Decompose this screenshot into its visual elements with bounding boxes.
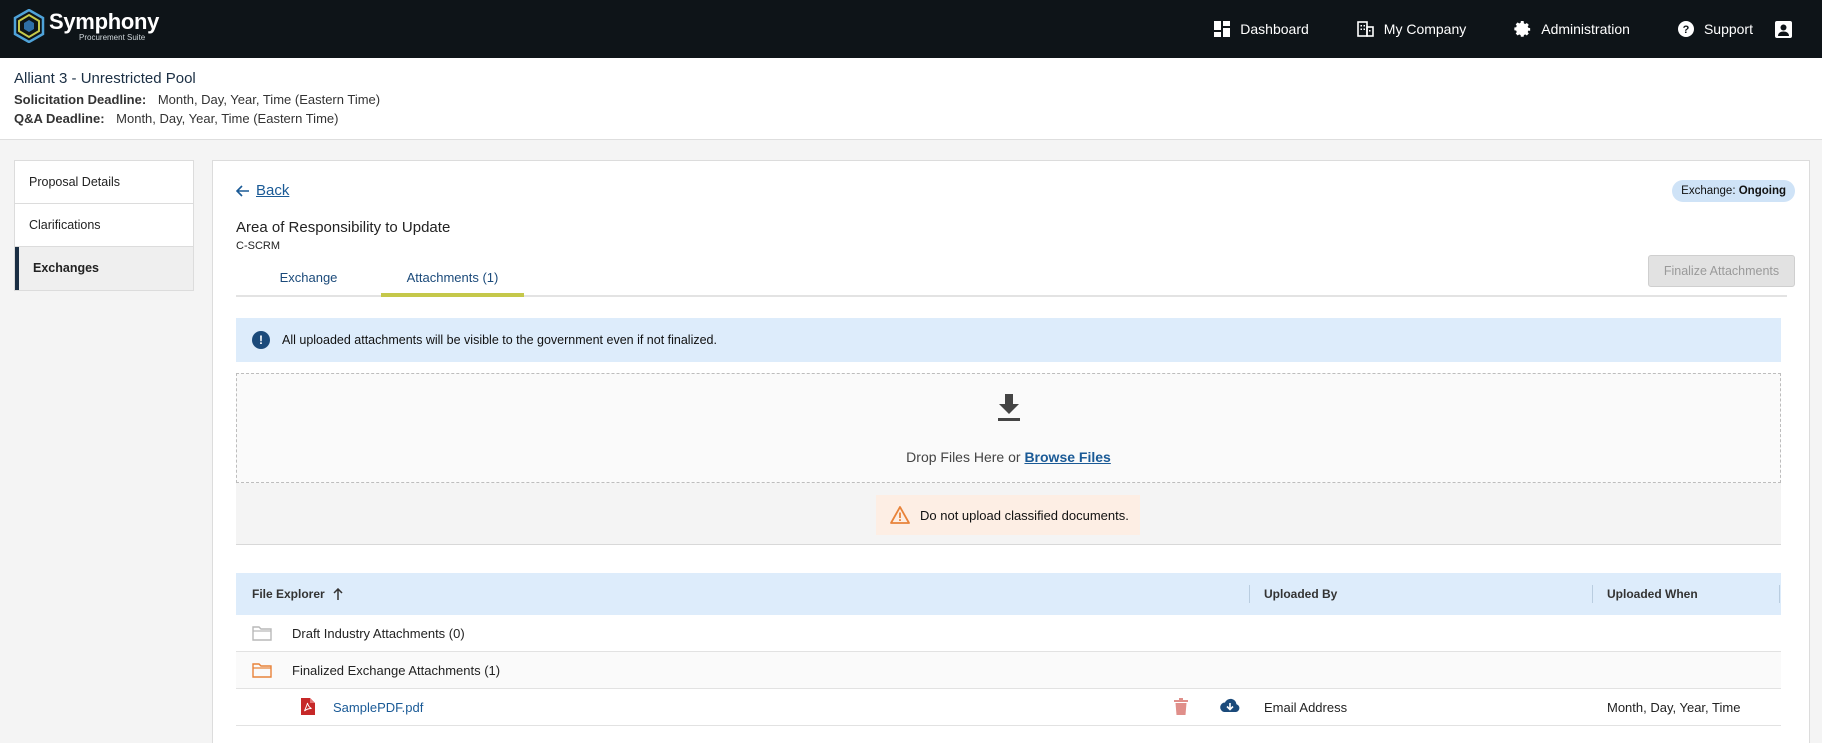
- brand-tagline: Procurement Suite: [79, 32, 146, 42]
- folder-icon: [252, 663, 272, 678]
- dashboard-icon: [1214, 21, 1231, 37]
- qa-deadline-label: Q&A Deadline:: [14, 111, 105, 126]
- folder-name: Finalized Exchange Attachments (1): [292, 663, 501, 678]
- folder-icon: [252, 626, 272, 641]
- section-subtitle: C-SCRM: [236, 240, 280, 252]
- qa-deadline: Q&A Deadline: Month, Day, Year, Time (Ea…: [14, 111, 1808, 126]
- user-icon: [1775, 20, 1792, 38]
- solicitation-deadline-label: Solicitation Deadline:: [14, 92, 147, 107]
- nav-administration[interactable]: Administration: [1514, 20, 1630, 38]
- nav-my-company[interactable]: My Company: [1356, 21, 1467, 37]
- nav-support-label: Support: [1703, 21, 1753, 37]
- table-header: File Explorer Uploaded By Uploaded When: [236, 573, 1781, 615]
- warning-text: Do not upload classified documents.: [920, 507, 1129, 523]
- solicitation-header: Alliant 3 - Unrestricted Pool Solicitati…: [0, 58, 1822, 140]
- trash-icon[interactable]: [1174, 698, 1188, 715]
- dropzone-text: Drop Files Here or: [906, 449, 1021, 465]
- sidebar: Proposal Details Clarifications Exchange…: [14, 160, 194, 291]
- section-title: Area of Responsibility to Update: [236, 219, 451, 236]
- status-badge-label: Exchange:: [1681, 185, 1736, 197]
- back-link[interactable]: Back: [236, 182, 289, 199]
- download-icon: [998, 394, 1020, 421]
- sidebar-item-proposal-details[interactable]: Proposal Details: [15, 161, 193, 204]
- cloud-download-icon[interactable]: [1219, 698, 1241, 714]
- uploaded-when-value: Month, Day, Year, Time: [1607, 700, 1741, 715]
- back-link-label: Back: [256, 182, 290, 199]
- status-badge: Exchange: Ongoing: [1672, 180, 1795, 202]
- tab-attachments[interactable]: Attachments (1): [381, 265, 524, 297]
- file-dropzone[interactable]: Drop Files Here or Browse Files: [236, 373, 1781, 483]
- finalize-attachments-button[interactable]: Finalize Attachments: [1648, 255, 1795, 287]
- solicitation-deadline: Solicitation Deadline: Month, Day, Year,…: [14, 92, 1808, 107]
- sort-arrow-up-icon: [333, 588, 343, 600]
- nav-administration-label: Administration: [1541, 21, 1630, 37]
- file-table: File Explorer Uploaded By Uploaded When …: [236, 573, 1781, 726]
- arrow-left-icon: [236, 184, 249, 197]
- info-banner-text: All uploaded attachments will be visible…: [282, 333, 717, 347]
- column-divider[interactable]: [1592, 585, 1593, 603]
- solicitation-deadline-value: Month, Day, Year, Time (Eastern Time): [157, 92, 381, 107]
- column-divider[interactable]: [1249, 585, 1250, 603]
- nav-dashboard-label: Dashboard: [1240, 21, 1309, 37]
- brand-name: Symphony: [49, 8, 160, 34]
- sidebar-item-clarifications[interactable]: Clarifications: [15, 204, 193, 247]
- top-navbar: Symphony Procurement Suite Dashboard My …: [0, 0, 1822, 58]
- brand-logo[interactable]: Symphony Procurement Suite: [13, 9, 159, 43]
- column-uploaded-when[interactable]: Uploaded When: [1607, 587, 1698, 601]
- warning-icon: [890, 506, 910, 524]
- main-card: Back Exchange: Ongoing Area of Responsib…: [212, 160, 1810, 743]
- warning-notice: Do not upload classified documents.: [876, 495, 1140, 535]
- help-icon: ?: [1677, 21, 1694, 37]
- pdf-file-icon: [301, 698, 315, 715]
- status-badge-value: Ongoing: [1738, 185, 1786, 197]
- warning-area: Do not upload classified documents.: [236, 483, 1781, 545]
- nav-my-company-label: My Company: [1383, 21, 1467, 37]
- sidebar-item-exchanges[interactable]: Exchanges: [15, 247, 193, 290]
- column-divider[interactable]: [1779, 585, 1780, 603]
- nav-support[interactable]: ? Support: [1677, 21, 1753, 37]
- column-file-explorer-label: File Explorer: [252, 587, 325, 601]
- table-row[interactable]: Draft Industry Attachments (0): [236, 615, 1781, 652]
- nav-dashboard[interactable]: Dashboard: [1214, 21, 1309, 37]
- user-profile-button[interactable]: [1775, 20, 1802, 38]
- building-icon: [1356, 21, 1374, 37]
- browse-files-link[interactable]: Browse Files: [1024, 449, 1110, 465]
- table-row[interactable]: Finalized Exchange Attachments (1): [236, 652, 1781, 689]
- column-uploaded-by[interactable]: Uploaded By: [1264, 587, 1337, 601]
- tab-exchange[interactable]: Exchange: [236, 265, 381, 297]
- file-link[interactable]: SamplePDF.pdf: [333, 700, 423, 715]
- symphony-logo-icon: [13, 9, 45, 43]
- uploaded-by-value: Email Address: [1264, 700, 1348, 715]
- dropzone-prompt: Drop Files Here or Browse Files: [237, 449, 1780, 465]
- info-banner: ! All uploaded attachments will be visib…: [236, 318, 1781, 362]
- page-title: Alliant 3 - Unrestricted Pool: [14, 70, 196, 87]
- folder-name: Draft Industry Attachments (0): [292, 626, 465, 641]
- tab-bar: Exchange Attachments (1): [236, 265, 1787, 297]
- qa-deadline-value: Month, Day, Year, Time (Eastern Time): [116, 111, 339, 126]
- column-file-explorer[interactable]: File Explorer: [252, 587, 343, 601]
- table-row[interactable]: SamplePDF.pdf Email Address Month, Day, …: [236, 689, 1781, 726]
- svg-text:?: ?: [1683, 24, 1690, 36]
- info-icon: !: [252, 331, 270, 349]
- gear-icon: [1514, 20, 1531, 37]
